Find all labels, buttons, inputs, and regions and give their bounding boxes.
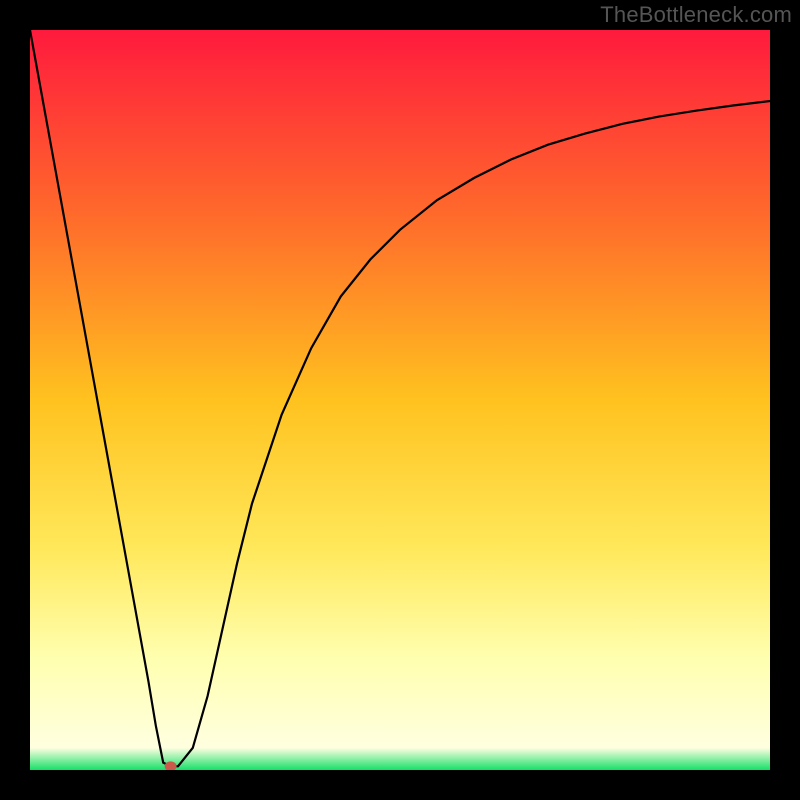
chart-frame: TheBottleneck.com: [0, 0, 800, 800]
min-point-marker: [165, 761, 177, 770]
bottleneck-curve: [30, 30, 770, 766]
watermark-text: TheBottleneck.com: [600, 2, 792, 28]
plot-area: [30, 30, 770, 770]
curve-layer: [30, 30, 770, 770]
